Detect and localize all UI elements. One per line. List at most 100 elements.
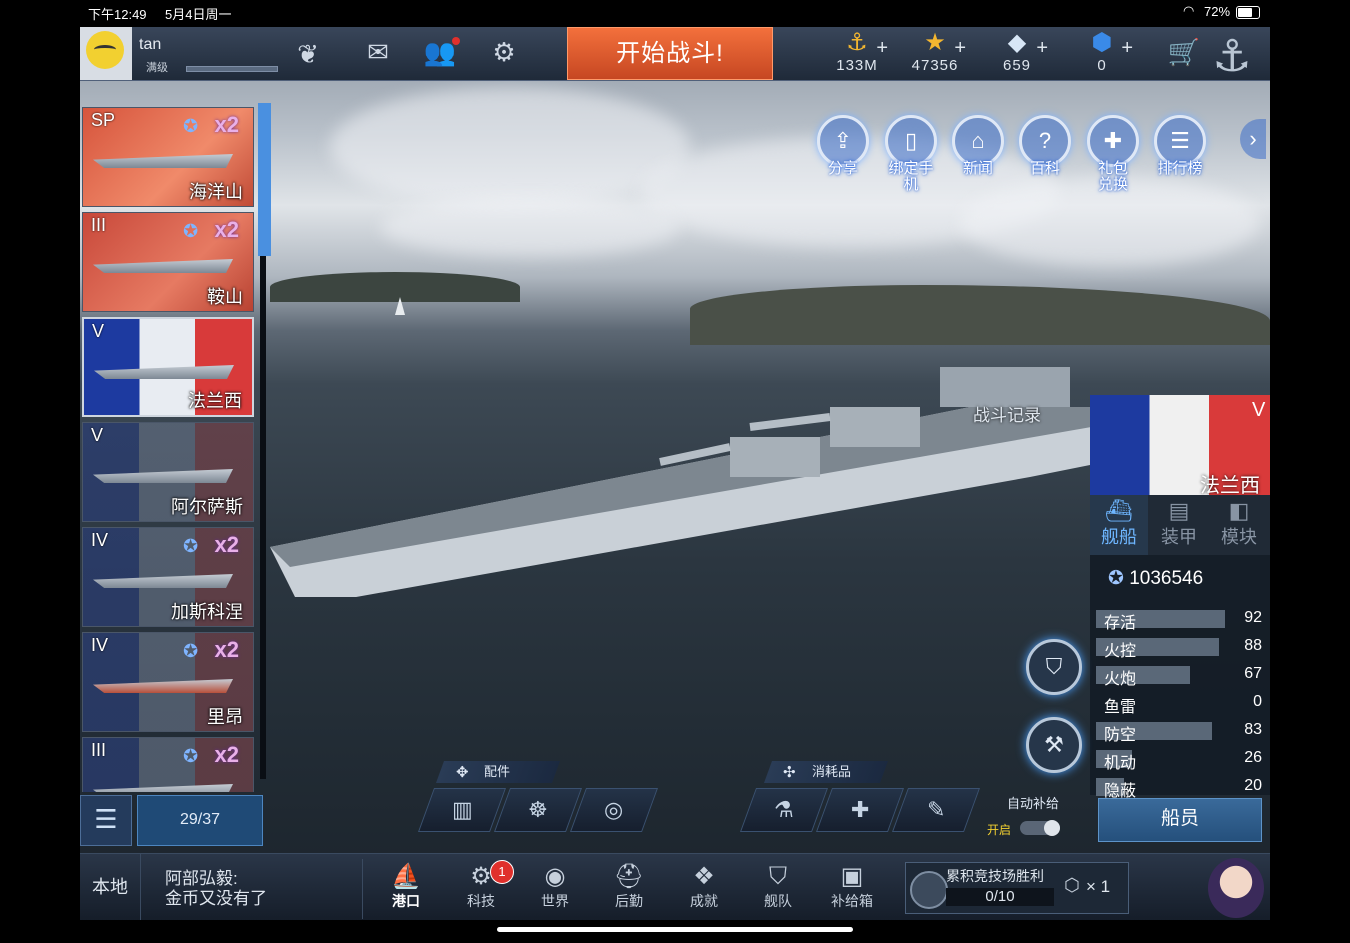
resource-stars[interactable]: ★ + 47356 bbox=[900, 29, 970, 74]
module-icon: ◧ bbox=[1228, 498, 1250, 523]
share-button[interactable]: ⇪ 分享 bbox=[815, 115, 871, 195]
settings-gear-icon[interactable]: ⚙ bbox=[484, 37, 524, 68]
deck bbox=[270, 407, 1130, 567]
stat-label: 防空 bbox=[1104, 727, 1137, 744]
chat-message[interactable]: 金币又没有了 bbox=[165, 884, 267, 909]
nav-harbor[interactable]: ⛵ 港口 bbox=[375, 862, 437, 918]
ship-card-haiyangshan[interactable]: SP ✪ x2 海洋山 bbox=[82, 107, 254, 207]
stat-value: 20 bbox=[1244, 777, 1262, 794]
ship-card-alsace[interactable]: V 阿尔萨斯 bbox=[82, 422, 254, 522]
ship-icon: ⛴ bbox=[1105, 498, 1133, 523]
nav-fleet[interactable]: ⛉ 舰队 bbox=[747, 862, 809, 918]
stat-value: 26 bbox=[1244, 749, 1262, 766]
status-bar: 下午12:49 5月4日周一 ◠ 72% bbox=[0, 0, 1350, 26]
ship-tier: III bbox=[91, 215, 107, 235]
target-icon: ◎ bbox=[604, 797, 624, 822]
consumable-slot-medic[interactable]: ✚ bbox=[815, 788, 905, 832]
resource-gems[interactable]: ⬢ + 0 bbox=[1067, 29, 1137, 74]
consumable-slot-extinguisher[interactable]: ✎ bbox=[891, 788, 981, 832]
wiki-button[interactable]: ? 百科 bbox=[1017, 115, 1073, 195]
tab-ship[interactable]: ⛴ 舰船 bbox=[1090, 495, 1148, 555]
star-icon: ✪ bbox=[183, 746, 199, 766]
stat-value: 67 bbox=[1244, 665, 1262, 682]
add-diamonds-icon[interactable]: + bbox=[1036, 37, 1048, 60]
stat-value: 88 bbox=[1244, 637, 1262, 654]
battle-record-label[interactable]: 战斗记录 bbox=[973, 401, 1041, 426]
selected-ship-name: 法兰西 bbox=[1200, 475, 1260, 497]
ship-multiplier: x2 bbox=[214, 742, 239, 767]
news-button[interactable]: ⌂ 新闻 bbox=[950, 115, 1006, 195]
part-slot-ammo[interactable]: ▥ bbox=[417, 788, 507, 832]
repair-tools-icon[interactable]: ⚒ bbox=[1026, 717, 1082, 773]
ship-card-france[interactable]: V 法兰西 bbox=[82, 317, 254, 417]
stat-label: 鱼雷 bbox=[1104, 699, 1137, 716]
share-label: 分享 bbox=[827, 160, 858, 177]
nav-logistics[interactable]: ⛑ 后勤 bbox=[598, 862, 660, 918]
stat-row: 存活 92 bbox=[1096, 609, 1266, 632]
nav-world[interactable]: ◉ 世界 bbox=[524, 862, 586, 918]
status-date: 5月4日周一 bbox=[165, 7, 232, 22]
reward-chip-icon: ⬡ bbox=[1064, 875, 1080, 895]
add-coins-icon[interactable]: + bbox=[876, 37, 888, 60]
advisor-avatar[interactable] bbox=[1208, 858, 1264, 918]
medic-icon: ✚ bbox=[850, 797, 870, 822]
resource-diamonds[interactable]: ◆ + 659 bbox=[982, 29, 1052, 74]
player-name: tan bbox=[139, 36, 162, 53]
cloud bbox=[380, 197, 680, 257]
home-indicator[interactable] bbox=[497, 927, 853, 932]
start-battle-button[interactable]: 开始战斗! bbox=[567, 27, 773, 80]
add-gems-icon[interactable]: + bbox=[1121, 37, 1133, 60]
ship-list-scroll-thumb[interactable] bbox=[258, 103, 271, 256]
arena-medal-icon bbox=[910, 871, 948, 909]
chat-channel-button[interactable]: 本地 bbox=[80, 854, 141, 920]
crew-button[interactable]: 船员 bbox=[1098, 798, 1262, 842]
auto-supply-label: 自动补给 bbox=[1007, 796, 1060, 811]
parts-header: 配件 bbox=[435, 761, 561, 783]
star-icon: ✪ bbox=[183, 536, 199, 556]
shop-cart-icon[interactable]: 🛒 bbox=[1164, 37, 1204, 68]
nav-achievement[interactable]: ❖ 成就 bbox=[673, 862, 735, 918]
resource-coins[interactable]: ⚓ + 133M bbox=[822, 29, 892, 74]
list-menu-icon[interactable]: ☰ bbox=[80, 795, 132, 846]
rank-emblem-icon[interactable]: ⛉ bbox=[1026, 639, 1082, 695]
ship-count[interactable]: 29/37 bbox=[137, 795, 263, 846]
part-slot-target[interactable]: ◎ bbox=[569, 788, 659, 832]
part-slot-wheel[interactable]: ☸ bbox=[493, 788, 583, 832]
coast-island bbox=[690, 285, 1270, 345]
tab-armor[interactable]: ▤ 装甲 bbox=[1150, 495, 1208, 555]
ship-card-tier3[interactable]: III ✪ x2 bbox=[82, 737, 254, 792]
auto-supply-state: 开启 bbox=[987, 823, 1012, 837]
player-avatar[interactable] bbox=[80, 27, 132, 80]
ship-tier: IV bbox=[91, 635, 109, 655]
star-icon: ✪ bbox=[183, 116, 199, 136]
tab-module[interactable]: ◧ 模块 bbox=[1210, 495, 1268, 555]
consumable-slot-repair[interactable]: ⚗ bbox=[739, 788, 829, 832]
gift-redeem-button[interactable]: ✚ 礼包兑换 bbox=[1085, 115, 1141, 195]
mail-icon[interactable]: ✉ bbox=[358, 37, 398, 68]
extinguisher-icon: ✎ bbox=[926, 797, 946, 822]
ship-card-anshan[interactable]: III ✪ x2 鞍山 bbox=[82, 212, 254, 312]
arena-task[interactable]: 累积竞技场胜利 0/10 ⬡ × 1 bbox=[905, 862, 1129, 914]
ship-tier: SP bbox=[91, 110, 116, 130]
turret bbox=[830, 407, 920, 447]
ship-name: 鞍山 bbox=[207, 287, 243, 307]
battery-percent: 72% bbox=[1204, 4, 1231, 19]
bind-phone-button[interactable]: ▯ 绑定手机 bbox=[883, 115, 939, 195]
chevron-right-icon[interactable]: › bbox=[1240, 119, 1266, 159]
ship-detail-tabs: ⛴ 舰船 ▤ 装甲 ◧ 模块 bbox=[1090, 495, 1270, 555]
add-stars-icon[interactable]: + bbox=[954, 37, 966, 60]
avatar-face bbox=[86, 31, 124, 69]
ranking-button[interactable]: ☰ 排行榜 bbox=[1152, 115, 1208, 195]
stat-row: 火控 88 bbox=[1096, 637, 1266, 660]
nav-supply-box[interactable]: ▣ 补给箱 bbox=[821, 862, 883, 918]
ship-power: ✪ 1036546 bbox=[1108, 567, 1203, 590]
ship-card-lyon[interactable]: IV ✪ x2 里昂 bbox=[82, 632, 254, 732]
stat-row: 鱼雷 0 bbox=[1096, 693, 1266, 716]
star-icon: ✪ bbox=[1108, 568, 1124, 589]
auto-supply-toggle[interactable] bbox=[1020, 820, 1060, 836]
wiki-label: 百科 bbox=[1029, 160, 1060, 177]
ship-name: 海洋山 bbox=[189, 182, 243, 202]
ship-name: 法兰西 bbox=[188, 391, 242, 411]
ship-card-gascogne[interactable]: IV ✪ x2 加斯科涅 bbox=[82, 527, 254, 627]
rank-wings-icon[interactable]: ❦ bbox=[288, 39, 328, 70]
